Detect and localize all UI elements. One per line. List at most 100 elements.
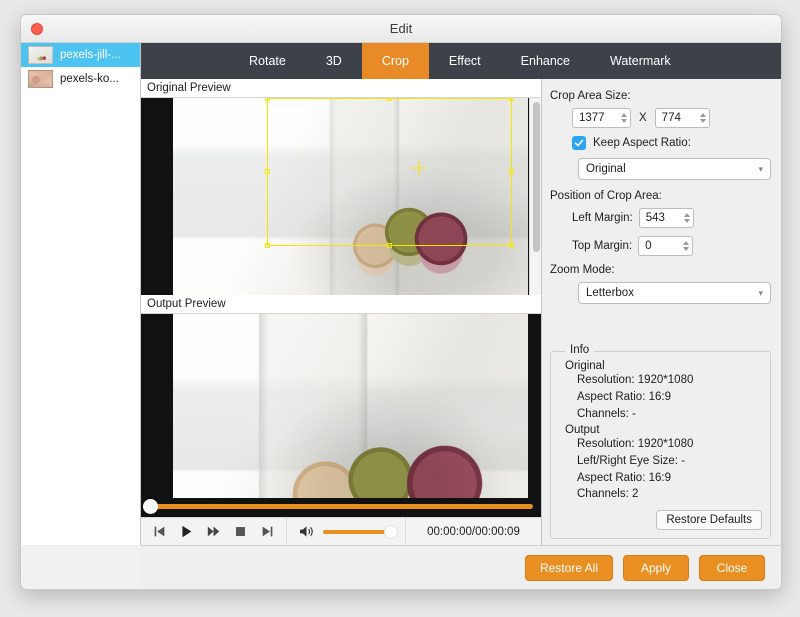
top-margin-label: Top Margin: <box>572 240 633 252</box>
file-name: pexels-jill-... <box>60 49 121 61</box>
aspect-ratio-selected-value: Original <box>586 163 626 175</box>
zoom-mode-select[interactable]: Letterbox ▾ <box>578 282 771 304</box>
crop-center-crosshair-icon <box>411 160 427 176</box>
tab-watermark[interactable]: Watermark <box>590 43 691 79</box>
position-of-crop-area-label: Position of Crop Area: <box>550 190 662 202</box>
info-output-channels: Channels: 2 <box>577 488 639 501</box>
crop-handle-middle-right[interactable] <box>509 169 514 174</box>
timecode-display: 00:00:00/00:00:09 <box>427 525 520 538</box>
file-thumbnail-icon <box>28 46 53 64</box>
left-margin-row: Left Margin: 543 <box>550 208 771 228</box>
top-margin-stepper[interactable] <box>683 241 690 251</box>
crop-handle-bottom-right[interactable] <box>509 243 514 248</box>
crop-width-input[interactable]: 1377 <box>572 108 631 128</box>
preview-scrollbar-thumb[interactable] <box>533 102 540 252</box>
chevron-down-icon: ▾ <box>758 163 763 174</box>
playback-timeline[interactable] <box>141 498 541 517</box>
restore-defaults-button[interactable]: Restore Defaults <box>656 510 762 530</box>
editor-content: Rotate 3D Crop Effect Enhance Watermark … <box>141 43 781 546</box>
crop-handle-middle-left[interactable] <box>265 169 270 174</box>
crop-handle-bottom-center[interactable] <box>386 243 392 248</box>
crop-height-input[interactable]: 774 <box>654 108 710 128</box>
crop-handle-bottom-left[interactable] <box>265 243 270 248</box>
left-margin-input[interactable]: 543 <box>638 208 694 228</box>
crop-size-row: 1377 X 774 <box>550 108 771 128</box>
tab-rotate[interactable]: Rotate <box>229 43 306 79</box>
top-margin-row: Top Margin: 0 <box>550 236 771 256</box>
window-title: Edit <box>389 21 413 36</box>
crop-width-value: 1377 <box>579 112 605 124</box>
fast-forward-icon[interactable] <box>207 525 220 538</box>
player-controls: 00:00:00/00:00:09 <box>141 517 541 546</box>
info-original-title: Original <box>565 360 605 373</box>
crop-height-stepper[interactable] <box>699 113 706 123</box>
zoom-mode-selected-value: Letterbox <box>586 287 634 299</box>
file-list-sidebar[interactable]: pexels-jill-... pexels-ko... <box>21 43 141 545</box>
info-original-aspect-ratio: Aspect Ratio: 16:9 <box>577 390 671 403</box>
output-preview-header: Output Preview <box>141 295 541 314</box>
info-legend: Info <box>565 344 595 357</box>
volume-slider-track[interactable] <box>323 524 398 539</box>
checkmark-icon <box>574 139 584 147</box>
stop-icon[interactable] <box>234 525 247 538</box>
previous-icon[interactable] <box>153 525 166 538</box>
original-preview-header: Original Preview <box>141 79 541 98</box>
volume-control[interactable] <box>287 524 405 539</box>
close-button[interactable]: Close <box>699 554 765 581</box>
file-name: pexels-ko... <box>60 73 119 85</box>
list-item[interactable]: pexels-jill-... <box>21 43 140 67</box>
crop-handle-top-left[interactable] <box>265 98 270 101</box>
output-preview-image <box>173 314 528 498</box>
info-output-resolution: Resolution: 1920*1080 <box>577 438 694 451</box>
dialog-footer: Restore All Apply Close <box>141 545 781 589</box>
timeline-track[interactable] <box>143 499 533 514</box>
next-icon[interactable] <box>261 525 274 538</box>
left-margin-value: 543 <box>645 212 665 224</box>
list-item[interactable]: pexels-ko... <box>21 67 140 91</box>
edit-window: Edit pexels-jill-... pexels-ko... Rotate… <box>20 14 782 590</box>
preview-column: Original Preview Output Preview 00:00:00… <box>141 79 542 546</box>
title-bar: Edit <box>21 15 781 43</box>
file-thumbnail-icon <box>28 70 53 88</box>
tab-3d[interactable]: 3D <box>306 43 362 79</box>
tab-enhance[interactable]: Enhance <box>501 43 590 79</box>
crop-handle-top-center[interactable] <box>386 98 392 101</box>
play-icon[interactable] <box>180 525 193 538</box>
volume-icon[interactable] <box>299 525 314 538</box>
top-margin-input[interactable]: 0 <box>638 236 694 256</box>
volume-slider-knob[interactable] <box>384 524 398 539</box>
apply-button[interactable]: Apply <box>623 554 689 581</box>
tab-crop[interactable]: Crop <box>361 43 429 79</box>
restore-all-button[interactable]: Restore All <box>524 554 613 581</box>
keep-aspect-ratio-row[interactable]: Keep Aspect Ratio: <box>550 136 771 150</box>
crop-settings-panel: Crop Area Size: 1377 X 774 Keep Aspect R… <box>542 79 781 545</box>
aspect-ratio-select[interactable]: Original ▾ <box>578 158 771 180</box>
preview-scrollbar[interactable] <box>529 98 541 295</box>
top-margin-value: 0 <box>645 240 652 252</box>
crop-height-value: 774 <box>661 112 681 124</box>
keep-aspect-ratio-label: Keep Aspect Ratio: <box>593 137 691 149</box>
transport-buttons <box>141 518 286 545</box>
info-original-channels: Channels: - <box>577 407 636 420</box>
original-preview-stage[interactable] <box>141 98 541 295</box>
crop-handle-top-right[interactable] <box>509 98 514 101</box>
tab-effect[interactable]: Effect <box>429 43 501 79</box>
info-fieldset: Info Original Resolution: 1920*1080 Aspe… <box>550 344 771 539</box>
info-output-aspect-ratio: Aspect Ratio: 16:9 <box>577 471 671 484</box>
tab-bar-spacer <box>141 43 229 79</box>
crop-width-stepper[interactable] <box>621 113 627 123</box>
keep-aspect-ratio-checkbox[interactable] <box>572 136 586 150</box>
dimension-separator: X <box>639 112 647 124</box>
crop-selection-rectangle[interactable] <box>265 98 514 248</box>
info-output-eye-size: Left/Right Eye Size: - <box>577 454 686 467</box>
main-split: Original Preview Output Preview 00:00:00… <box>141 79 781 546</box>
restore-defaults-row: Restore Defaults <box>559 510 762 530</box>
info-output-title: Output <box>565 424 600 437</box>
left-margin-stepper[interactable] <box>683 213 690 223</box>
window-body: pexels-jill-... pexels-ko... Rotate 3D C… <box>21 43 781 546</box>
left-margin-label: Left Margin: <box>572 212 633 224</box>
timeline-playhead[interactable] <box>143 499 158 514</box>
zoom-mode-label: Zoom Mode: <box>550 264 615 276</box>
output-preview-stage <box>141 314 541 498</box>
tab-bar: Rotate 3D Crop Effect Enhance Watermark <box>141 43 781 79</box>
